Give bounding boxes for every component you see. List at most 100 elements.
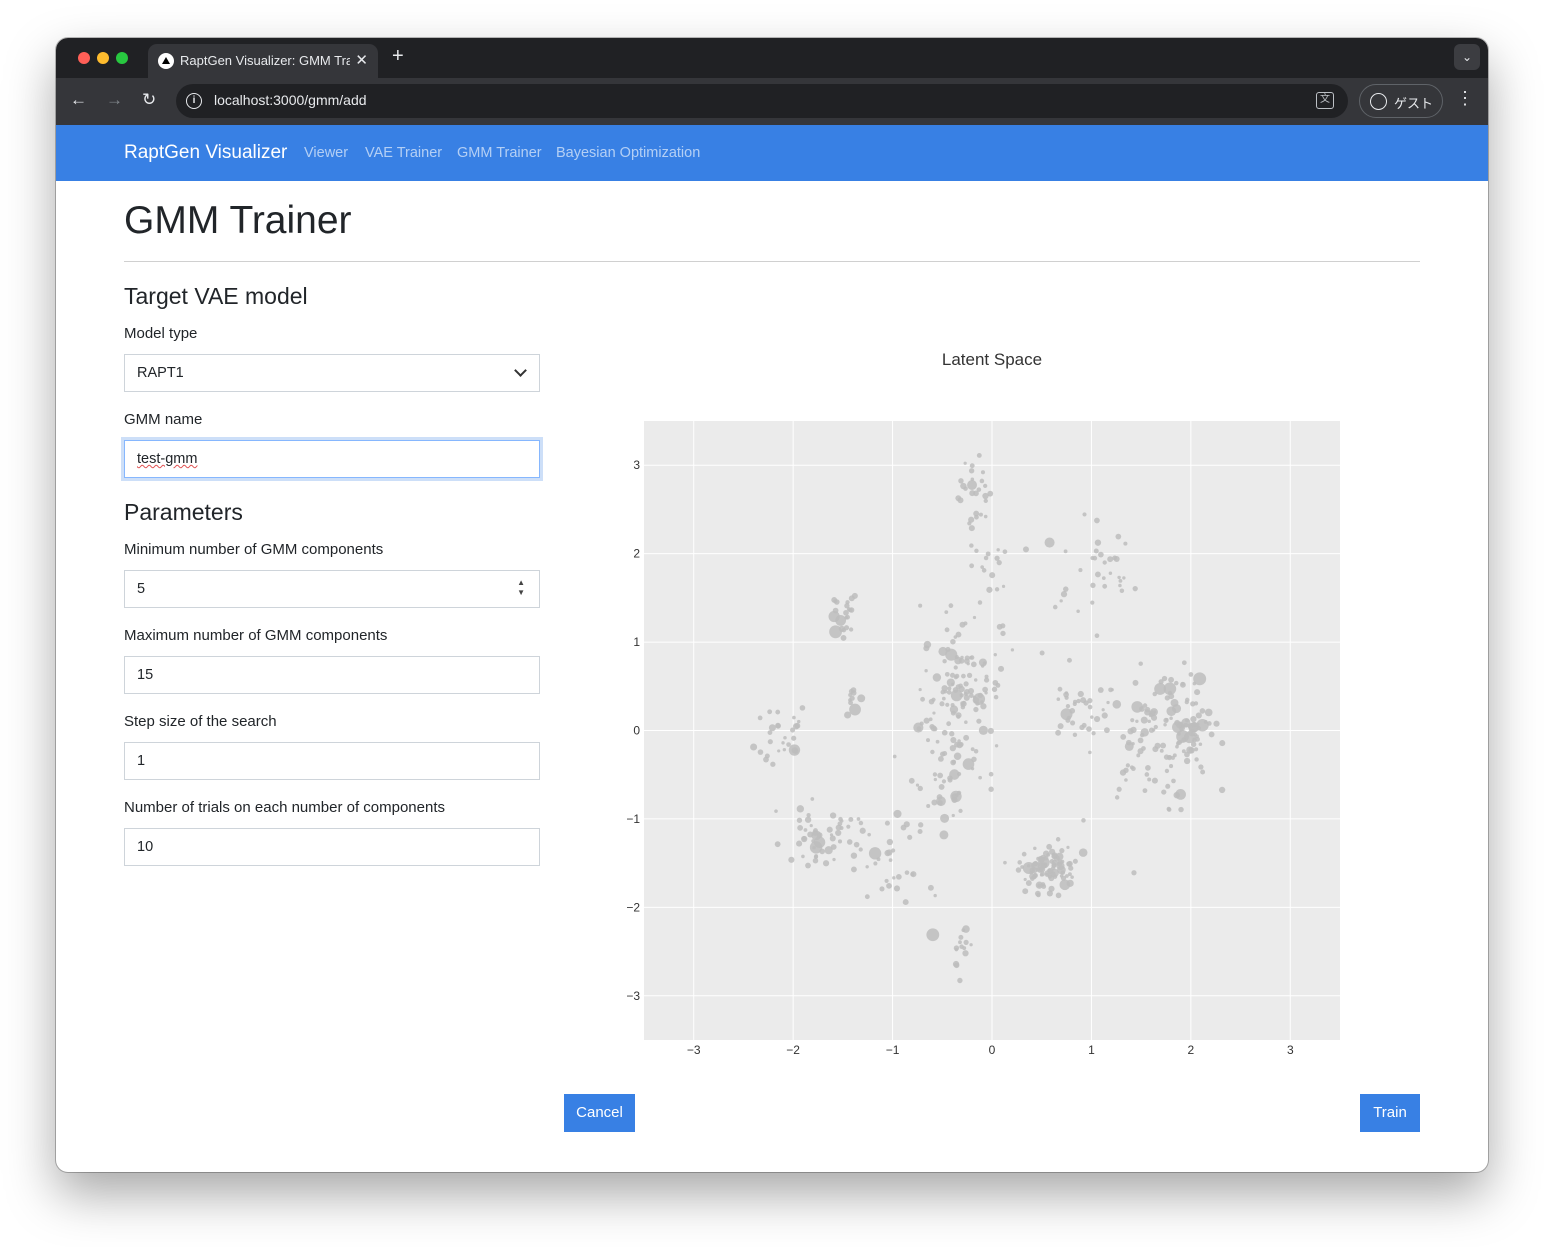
scatter-point[interactable] xyxy=(1196,719,1209,732)
scatter-point[interactable] xyxy=(969,655,975,660)
scatter-point[interactable] xyxy=(1055,729,1062,736)
scatter-point[interactable] xyxy=(1017,860,1022,865)
scatter-point[interactable] xyxy=(938,783,945,790)
scatter-point[interactable] xyxy=(1055,837,1061,842)
scatter-point[interactable] xyxy=(952,687,959,693)
scatter-point[interactable] xyxy=(886,882,892,889)
scatter-point[interactable] xyxy=(963,734,970,741)
scatter-point[interactable] xyxy=(917,785,923,792)
scatter-point[interactable] xyxy=(859,827,866,834)
scatter-point[interactable] xyxy=(1185,718,1190,723)
scatter-point[interactable] xyxy=(935,739,940,744)
scatter-point[interactable] xyxy=(985,551,991,557)
scatter-point[interactable] xyxy=(953,752,962,760)
scatter-point[interactable] xyxy=(993,652,997,657)
scatter-point[interactable] xyxy=(1188,747,1195,754)
scatter-point[interactable] xyxy=(1137,748,1144,755)
scatter-point[interactable] xyxy=(988,771,994,777)
scatter-point[interactable] xyxy=(931,697,936,702)
scatter-point[interactable] xyxy=(1119,769,1127,776)
scatter-point[interactable] xyxy=(962,950,969,957)
scatter-point[interactable] xyxy=(1066,861,1072,867)
scatter-point[interactable] xyxy=(946,678,955,687)
scatter-point[interactable] xyxy=(958,808,963,813)
latent-space-plot[interactable]: Latent Space −3 −2 −1 0 1 2 3 −3 −2 −1 0 1 2 3 xyxy=(616,341,1366,1061)
scatter-point[interactable] xyxy=(972,696,980,704)
navbar-brand[interactable]: RaptGen Visualizer xyxy=(124,142,287,164)
scatter-point[interactable] xyxy=(1145,765,1151,771)
scatter-point[interactable] xyxy=(1107,556,1114,563)
scatter-point[interactable] xyxy=(1122,576,1126,580)
step-size-input[interactable]: 1 xyxy=(124,742,540,780)
scatter-point[interactable] xyxy=(781,741,785,745)
scatter-point[interactable] xyxy=(910,872,915,877)
scatter-point[interactable] xyxy=(956,741,963,749)
scatter-point[interactable] xyxy=(812,857,819,864)
scatter-point[interactable] xyxy=(893,885,901,892)
scatter-point[interactable] xyxy=(1094,633,1100,638)
scatter-point[interactable] xyxy=(940,813,950,823)
scatter-point[interactable] xyxy=(1108,687,1114,693)
scatter-point[interactable] xyxy=(1151,777,1158,784)
scatter-point[interactable] xyxy=(1194,757,1199,762)
scatter-point[interactable] xyxy=(884,820,890,826)
scatter-point[interactable] xyxy=(1194,747,1199,752)
scatter-point[interactable] xyxy=(1114,795,1120,800)
scatter-point[interactable] xyxy=(850,852,858,859)
scatter-point[interactable] xyxy=(867,832,871,837)
scatter-point[interactable] xyxy=(1094,517,1100,524)
scatter-point[interactable] xyxy=(837,839,843,844)
scatter-point[interactable] xyxy=(1131,766,1136,772)
scatter-point[interactable] xyxy=(957,497,964,504)
scatter-point[interactable] xyxy=(846,839,853,845)
scatter-point[interactable] xyxy=(947,686,952,691)
scatter-point[interactable] xyxy=(948,603,954,609)
scatter-point[interactable] xyxy=(980,470,986,475)
scatter-point[interactable] xyxy=(1093,548,1099,554)
scatter-point[interactable] xyxy=(964,720,968,724)
scatter-point[interactable] xyxy=(1130,718,1135,723)
nav-link-bayesian-optimization[interactable]: Bayesian Optimization xyxy=(556,145,700,161)
scatter-point[interactable] xyxy=(1178,806,1184,813)
scatter-point[interactable] xyxy=(1087,697,1093,704)
scatter-point[interactable] xyxy=(1057,723,1064,730)
scatter-point[interactable] xyxy=(788,856,795,863)
scatter-point[interactable] xyxy=(1001,584,1006,589)
scatter-point[interactable] xyxy=(928,717,933,722)
scatter-point[interactable] xyxy=(1132,679,1139,686)
scatter-point[interactable] xyxy=(829,835,836,842)
scatter-point[interactable] xyxy=(1180,681,1185,686)
scatter-point[interactable] xyxy=(983,483,988,488)
scatter-point[interactable] xyxy=(950,638,956,645)
scatter-point[interactable] xyxy=(1142,788,1148,794)
scatter-point[interactable] xyxy=(844,711,852,719)
scatter-point[interactable] xyxy=(1204,708,1213,717)
scatter-point[interactable] xyxy=(950,672,956,678)
trials-input[interactable]: 10 xyxy=(124,828,540,866)
scatter-point[interactable] xyxy=(970,661,977,668)
scatter-point[interactable] xyxy=(973,706,979,713)
scatter-point[interactable] xyxy=(786,742,791,747)
gmm-name-input[interactable]: test-gmm xyxy=(124,440,540,478)
scatter-point[interactable] xyxy=(1039,650,1045,656)
scatter-point[interactable] xyxy=(1047,874,1052,878)
scatter-point[interactable] xyxy=(832,857,836,862)
scatter-point[interactable] xyxy=(963,694,970,701)
scatter-point[interactable] xyxy=(1063,549,1068,554)
tab-close-icon[interactable]: ✕ xyxy=(355,51,368,69)
scatter-point[interactable] xyxy=(845,614,850,620)
scatter-point[interactable] xyxy=(783,735,787,740)
scatter-point[interactable] xyxy=(945,702,950,707)
scatter-point[interactable] xyxy=(1076,698,1081,704)
scatter-point[interactable] xyxy=(1181,660,1187,666)
scatter-point[interactable] xyxy=(893,809,902,818)
minimize-window-button[interactable] xyxy=(97,52,109,64)
scatter-point[interactable] xyxy=(917,828,923,835)
scatter-point[interactable] xyxy=(814,854,819,859)
scatter-point[interactable] xyxy=(830,844,837,850)
scatter-point[interactable] xyxy=(984,674,989,679)
scatter-point[interactable] xyxy=(843,609,849,616)
scatter-point[interactable] xyxy=(1072,858,1078,864)
scatter-point[interactable] xyxy=(858,847,863,852)
scatter-point[interactable] xyxy=(801,835,807,841)
